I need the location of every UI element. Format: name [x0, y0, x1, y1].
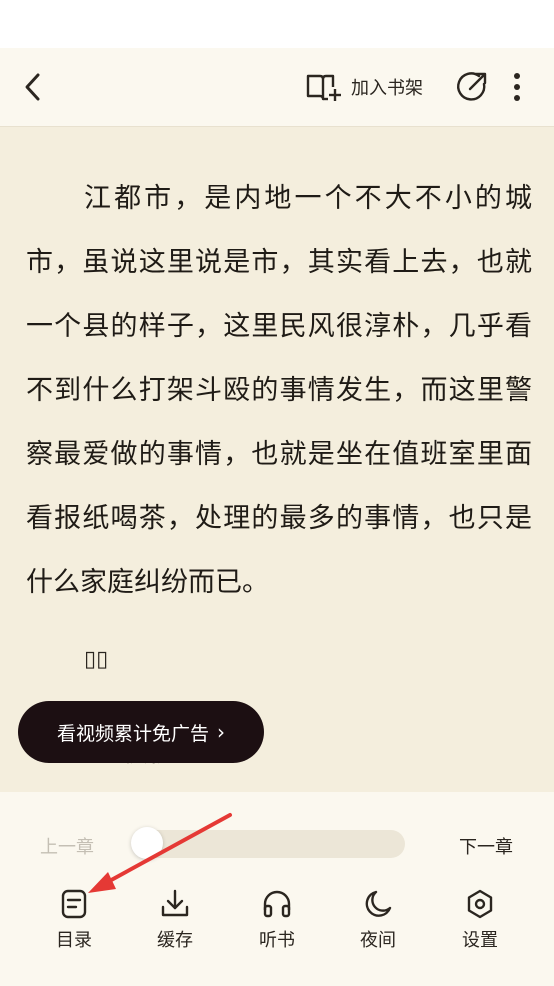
toolbar-item-listen[interactable]: 听书: [237, 888, 317, 958]
reader-toolbar: 目录 缓存 听书 夜间 设置: [0, 888, 554, 958]
slider-thumb[interactable]: [131, 827, 163, 859]
toc-icon: [61, 889, 87, 919]
toolbar-label-settings: 设置: [462, 930, 498, 951]
ad-button-label: 看视频累计免广告: [56, 722, 209, 745]
reader-top-bar: 加入书架: [0, 48, 554, 127]
add-to-shelf-button[interactable]: 加入书架: [305, 70, 423, 104]
reading-area[interactable]: 江都市，是内地一个不大不小的城市，虽说这里说是市，其实看上去，也就一个县的样子，…: [0, 127, 554, 792]
share-button[interactable]: [455, 70, 489, 104]
headphones-icon: [263, 890, 291, 918]
status-bar: [0, 0, 554, 48]
chapter-progress-slider[interactable]: [135, 830, 405, 858]
toolbar-item-toc[interactable]: 目录: [34, 888, 114, 958]
toolbar-label-night-mode: 夜间: [360, 930, 396, 951]
book-plus-icon: [306, 74, 341, 101]
next-chapter-button[interactable]: 下一章: [459, 833, 513, 859]
toolbar-label-toc: 目录: [56, 930, 92, 951]
toolbar-label-listen: 听书: [259, 930, 295, 951]
settings-icon: [467, 889, 493, 919]
download-icon: [161, 889, 189, 917]
moon-icon: [365, 890, 392, 917]
prev-chapter-button[interactable]: 上一章: [40, 833, 94, 859]
placeholder-glyphs: ▯▯: [84, 647, 109, 672]
reader-bottom-panel: 上一章 下一章 目录 缓存 听书 夜间 设置: [0, 792, 554, 986]
chapter-paragraph: 江都市，是内地一个不大不小的城市，虽说这里说是市，其实看上去，也就一个县的样子，…: [26, 183, 532, 598]
add-to-shelf-label: 加入书架: [351, 78, 423, 99]
toolbar-item-download[interactable]: 缓存: [135, 888, 215, 958]
toolbar-item-settings[interactable]: 设置: [440, 888, 520, 958]
toolbar-label-download: 缓存: [157, 930, 193, 951]
more-icon: [514, 73, 520, 101]
watch-video-ad-button[interactable]: 看视频累计免广告 ›: [18, 701, 264, 763]
chevron-right-icon: ›: [217, 720, 225, 744]
toolbar-item-night-mode[interactable]: 夜间: [338, 888, 418, 958]
back-button[interactable]: [18, 70, 48, 104]
share-icon: [457, 72, 487, 101]
more-menu-button[interactable]: [504, 70, 530, 104]
back-icon: [25, 73, 40, 101]
